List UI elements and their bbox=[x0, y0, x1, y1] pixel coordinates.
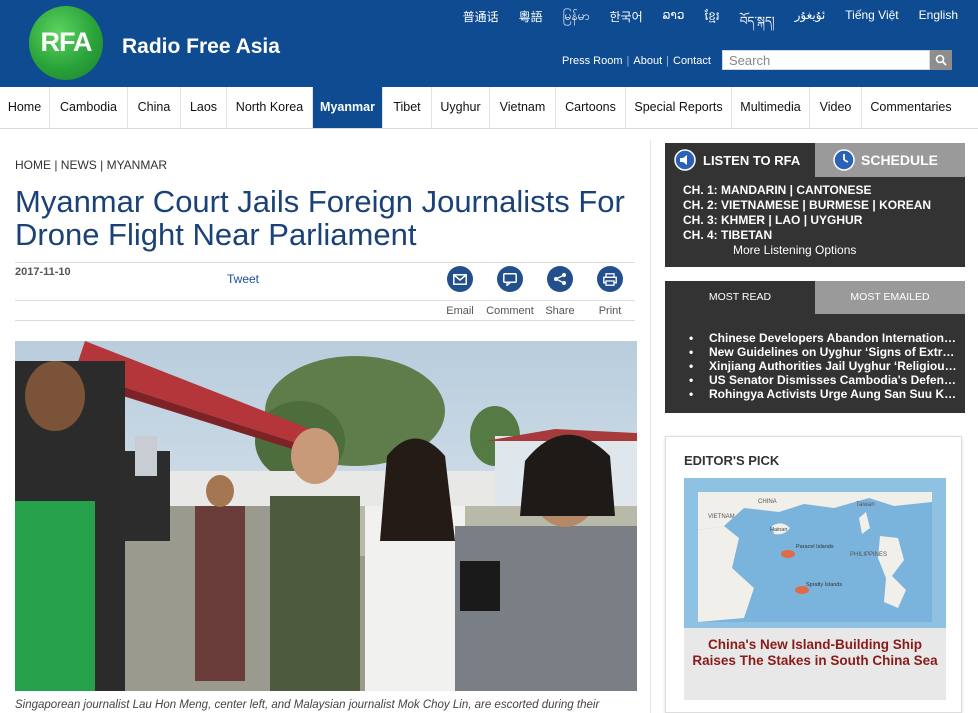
most-read-list: Chinese Developers Abandon International… bbox=[689, 331, 961, 401]
nav-commentaries[interactable]: Commentaries bbox=[862, 87, 960, 128]
lang-vietnamese[interactable]: Tiếng Việt bbox=[845, 8, 898, 42]
column-divider bbox=[650, 140, 651, 713]
comment-icon bbox=[503, 272, 517, 286]
email-icon bbox=[453, 273, 467, 285]
search-icon bbox=[935, 54, 947, 66]
channel-4[interactable]: CH. 4: TIBETAN bbox=[683, 228, 772, 242]
map-label-paracel: Paracel Islands bbox=[796, 544, 834, 550]
schedule-tab-label: SCHEDULE bbox=[861, 152, 939, 168]
nav-tibet[interactable]: Tibet bbox=[383, 87, 432, 128]
nav-multimedia[interactable]: Multimedia bbox=[732, 87, 810, 128]
most-read-item[interactable]: US Senator Dismisses Cambodia's Defense … bbox=[689, 373, 961, 387]
nav-uyghur[interactable]: Uyghur bbox=[432, 87, 490, 128]
contact-link[interactable]: Contact bbox=[673, 55, 711, 67]
photo-caption: Singaporean journalist Lau Hon Meng, cen… bbox=[15, 699, 600, 711]
more-listening-link[interactable]: More Listening Options bbox=[733, 243, 856, 257]
schedule-tab[interactable]: SCHEDULE bbox=[815, 143, 965, 177]
breadcrumb[interactable]: HOME | NEWS | MYANMAR bbox=[15, 158, 167, 172]
nav-china[interactable]: China bbox=[128, 87, 181, 128]
nav-special-reports[interactable]: Special Reports bbox=[626, 87, 732, 128]
editors-pick-card[interactable]: CHINA Taiwan VIETNAM Hainan Paracel Isla… bbox=[684, 478, 946, 700]
channel-3[interactable]: CH. 3: KHMER | LAO | UYGHUR bbox=[683, 213, 862, 227]
print-label: Print bbox=[598, 305, 622, 317]
divider bbox=[15, 262, 635, 263]
nav-vietnam[interactable]: Vietnam bbox=[490, 87, 556, 128]
nav-north-korea[interactable]: North Korea bbox=[227, 87, 313, 128]
map-label-hainan: Hainan bbox=[770, 527, 787, 533]
top-links: Press Room | About | Contact bbox=[562, 55, 711, 67]
channel-1[interactable]: CH. 1: MANDARIN | CANTONESE bbox=[683, 183, 871, 197]
lang-khmer[interactable]: ខ្មែរ bbox=[704, 8, 719, 42]
nav-cartoons[interactable]: Cartoons bbox=[556, 87, 626, 128]
clock-icon bbox=[833, 149, 855, 171]
map-label-vietnam: VIETNAM bbox=[708, 514, 735, 520]
lang-tibetan[interactable]: བོད་སྐད། bbox=[740, 8, 775, 42]
channel-2[interactable]: CH. 2: VIETNAMESE | BURMESE | KOREAN bbox=[683, 198, 931, 212]
article-headline: Myanmar Court Jails Foreign Journalists … bbox=[15, 184, 625, 252]
listen-tab[interactable]: LISTEN TO RFA bbox=[665, 143, 815, 177]
map-label-taiwan: Taiwan bbox=[856, 502, 875, 508]
lang-burmese[interactable]: မြန်မာ bbox=[563, 8, 590, 42]
lang-english[interactable]: English bbox=[919, 8, 958, 42]
lang-cantonese[interactable]: 粵語 bbox=[519, 8, 543, 42]
nav-laos[interactable]: Laos bbox=[181, 87, 227, 128]
divider bbox=[15, 300, 635, 301]
share-button[interactable]: Share bbox=[535, 266, 585, 317]
comment-button[interactable]: Comment bbox=[485, 266, 535, 317]
editors-pick-box: EDITOR'S PICK CHINA Taiwan VIETNAM Haina… bbox=[665, 436, 962, 713]
south-china-sea-map: CHINA Taiwan VIETNAM Hainan Paracel Isla… bbox=[684, 478, 946, 628]
lang-mandarin[interactable]: 普通话 bbox=[463, 8, 499, 42]
most-read-item[interactable]: Chinese Developers Abandon International… bbox=[689, 331, 961, 345]
nav-myanmar[interactable]: Myanmar bbox=[313, 87, 383, 128]
most-read-item[interactable]: New Guidelines on Uyghur ‘Signs of Extre… bbox=[689, 345, 961, 359]
map-label-spratly: Spratly Islands bbox=[806, 582, 842, 588]
map-label-philippines: PHILIPPINES bbox=[850, 552, 887, 558]
map-label-china: CHINA bbox=[758, 499, 777, 505]
tweet-button[interactable]: Tweet bbox=[227, 272, 259, 286]
editors-pick-headline[interactable]: China's New Island-Building Ship Raises … bbox=[690, 637, 940, 669]
most-read-item[interactable]: Rohingya Activists Urge Aung San Suu Kyi… bbox=[689, 387, 961, 401]
most-read-box: MOST READ MOST EMAILED Chinese Developer… bbox=[665, 281, 965, 413]
email-label: Email bbox=[446, 305, 474, 317]
listen-tab-label: LISTEN TO RFA bbox=[703, 152, 801, 168]
print-button[interactable]: Print bbox=[585, 266, 635, 317]
editors-pick-title: EDITOR'S PICK bbox=[684, 453, 780, 468]
language-menu: 普通话 粵語 မြန်မာ 한국어 ລາວ ខ្មែរ བོད་སྐད། ئۇي… bbox=[443, 8, 958, 42]
comment-label: Comment bbox=[486, 305, 534, 317]
logo-text[interactable]: RFA bbox=[29, 27, 103, 58]
share-label: Share bbox=[545, 305, 575, 317]
search-button[interactable] bbox=[930, 50, 952, 70]
article-date: 2017-11-10 bbox=[15, 266, 71, 278]
print-icon bbox=[603, 272, 617, 286]
lang-uyghur[interactable]: ئۇيغۇر bbox=[795, 8, 826, 42]
site-header: RFA Radio Free Asia 普通话 粵語 မြန်မာ 한국어 ລາ… bbox=[0, 0, 978, 87]
most-read-item[interactable]: Xinjiang Authorities Jail Uyghur ‘Religi… bbox=[689, 359, 961, 373]
email-button[interactable]: Email bbox=[435, 266, 485, 317]
brand-name[interactable]: Radio Free Asia bbox=[122, 35, 280, 59]
share-icon bbox=[554, 273, 566, 285]
divider bbox=[15, 320, 635, 321]
lang-lao[interactable]: ລາວ bbox=[663, 8, 685, 42]
main-nav: Home Cambodia China Laos North Korea Mya… bbox=[0, 87, 978, 129]
article-photo bbox=[15, 341, 637, 691]
speaker-icon bbox=[674, 149, 696, 171]
search-input[interactable]: Search bbox=[722, 50, 930, 70]
press-room-link[interactable]: Press Room bbox=[562, 55, 623, 67]
nav-video[interactable]: Video bbox=[810, 87, 862, 128]
lang-korean[interactable]: 한국어 bbox=[610, 8, 643, 42]
listen-box: LISTEN TO RFA SCHEDULE CH. 1: MANDARIN |… bbox=[665, 143, 965, 267]
about-link[interactable]: About bbox=[633, 55, 662, 67]
nav-home[interactable]: Home bbox=[0, 87, 50, 128]
tab-most-emailed[interactable]: MOST EMAILED bbox=[815, 281, 965, 314]
photo-illustration bbox=[15, 341, 637, 691]
nav-cambodia[interactable]: Cambodia bbox=[50, 87, 128, 128]
tab-most-read[interactable]: MOST READ bbox=[665, 281, 815, 314]
